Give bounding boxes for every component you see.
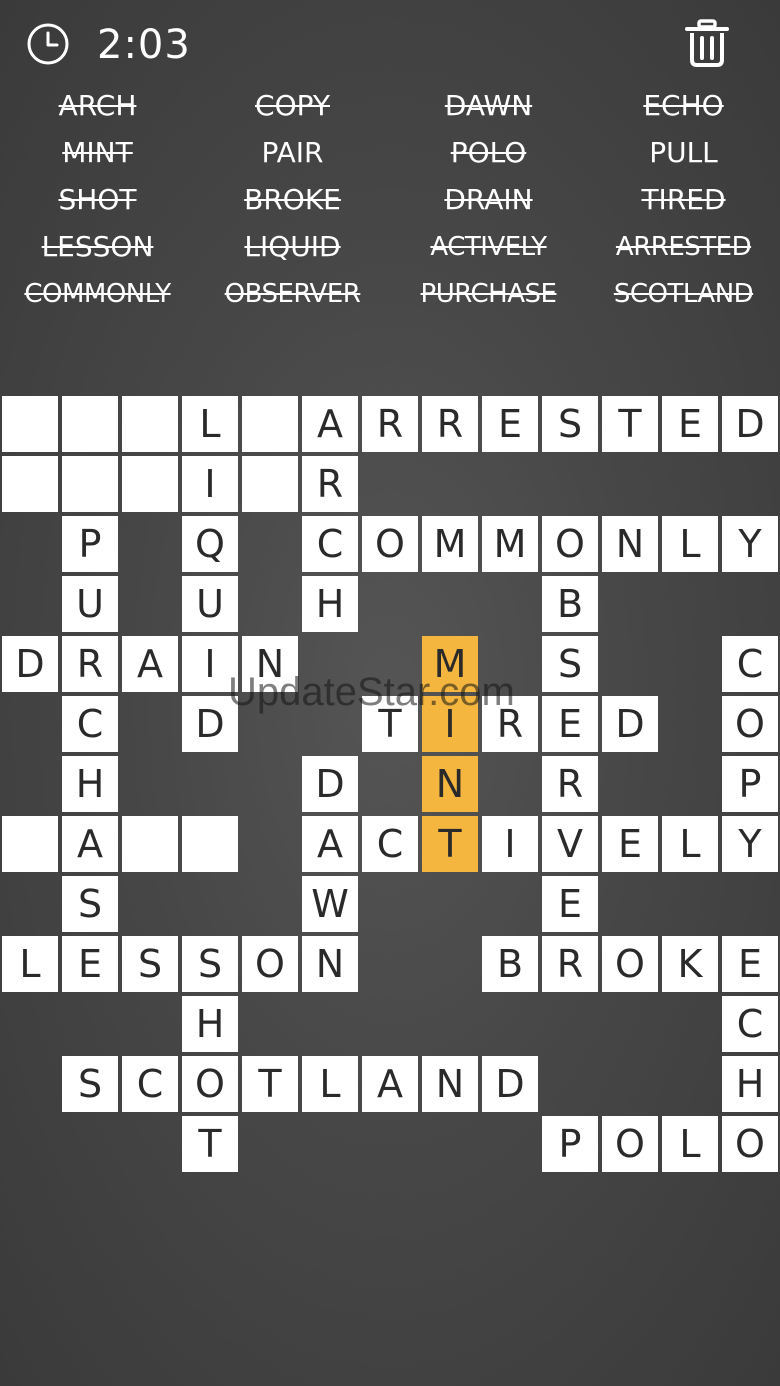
grid-cell[interactable]: E bbox=[722, 936, 778, 992]
grid-cell[interactable]: R bbox=[542, 936, 598, 992]
grid-cell[interactable]: C bbox=[362, 816, 418, 872]
grid-cell[interactable]: I bbox=[422, 696, 478, 752]
grid-cell[interactable]: C bbox=[722, 996, 778, 1052]
grid-cell[interactable]: N bbox=[302, 936, 358, 992]
grid-cell[interactable]: R bbox=[302, 456, 358, 512]
grid-cell[interactable]: S bbox=[542, 396, 598, 452]
grid-cell[interactable]: O bbox=[182, 1056, 238, 1112]
grid-cell[interactable]: E bbox=[602, 816, 658, 872]
grid-cell[interactable] bbox=[62, 396, 118, 452]
grid-cell[interactable]: B bbox=[542, 576, 598, 632]
grid-cell[interactable]: O bbox=[602, 936, 658, 992]
grid-cell[interactable] bbox=[122, 396, 178, 452]
grid-cell[interactable]: D bbox=[602, 696, 658, 752]
grid-cell[interactable]: T bbox=[602, 396, 658, 452]
grid-cell[interactable] bbox=[182, 816, 238, 872]
grid-cell[interactable]: L bbox=[662, 1116, 718, 1172]
grid-cell[interactable]: H bbox=[182, 996, 238, 1052]
grid-cell[interactable]: O bbox=[602, 1116, 658, 1172]
grid-cell[interactable]: P bbox=[62, 516, 118, 572]
grid-cell[interactable]: D bbox=[182, 696, 238, 752]
grid-cell[interactable]: E bbox=[662, 396, 718, 452]
grid-cell[interactable]: O bbox=[722, 696, 778, 752]
grid-cell[interactable]: M bbox=[482, 516, 538, 572]
grid-cell[interactable]: P bbox=[542, 1116, 598, 1172]
grid-cell[interactable]: C bbox=[722, 636, 778, 692]
grid-cell[interactable]: V bbox=[542, 816, 598, 872]
grid-cell[interactable]: A bbox=[62, 816, 118, 872]
grid-cell[interactable]: A bbox=[302, 816, 358, 872]
grid-cell[interactable] bbox=[2, 396, 58, 452]
grid-cell[interactable]: Y bbox=[722, 516, 778, 572]
grid-cell[interactable]: H bbox=[62, 756, 118, 812]
grid-cell[interactable]: R bbox=[482, 696, 538, 752]
grid-cell[interactable]: R bbox=[362, 396, 418, 452]
grid-cell[interactable]: N bbox=[602, 516, 658, 572]
grid-cell[interactable]: R bbox=[62, 636, 118, 692]
grid-cell[interactable]: P bbox=[722, 756, 778, 812]
grid-cell[interactable]: H bbox=[302, 576, 358, 632]
grid-cell[interactable]: E bbox=[542, 696, 598, 752]
grid-cell[interactable]: D bbox=[302, 756, 358, 812]
grid-cell[interactable]: U bbox=[182, 576, 238, 632]
grid-cell[interactable] bbox=[242, 456, 298, 512]
grid-cell[interactable]: Q bbox=[182, 516, 238, 572]
grid-cell[interactable]: N bbox=[422, 1056, 478, 1112]
grid-cell[interactable] bbox=[2, 816, 58, 872]
grid-cell[interactable]: K bbox=[662, 936, 718, 992]
grid-cell[interactable]: O bbox=[542, 516, 598, 572]
grid-cell[interactable]: I bbox=[182, 636, 238, 692]
grid-cell[interactable]: N bbox=[422, 756, 478, 812]
grid-cell[interactable]: E bbox=[62, 936, 118, 992]
grid-cell[interactable]: I bbox=[182, 456, 238, 512]
grid-cell[interactable]: T bbox=[362, 696, 418, 752]
grid-cell[interactable]: A bbox=[122, 636, 178, 692]
grid-cell[interactable]: D bbox=[2, 636, 58, 692]
grid-cell[interactable]: N bbox=[242, 636, 298, 692]
grid-cell[interactable]: M bbox=[422, 636, 478, 692]
grid-cell[interactable]: A bbox=[302, 396, 358, 452]
grid-cell[interactable]: L bbox=[662, 516, 718, 572]
grid-cell[interactable]: C bbox=[62, 696, 118, 752]
grid-cell[interactable]: Y bbox=[722, 816, 778, 872]
grid-cell[interactable]: S bbox=[122, 936, 178, 992]
grid-cell[interactable]: I bbox=[482, 816, 538, 872]
grid-cell[interactable] bbox=[62, 456, 118, 512]
grid-cell[interactable]: D bbox=[722, 396, 778, 452]
grid-cell[interactable]: M bbox=[422, 516, 478, 572]
grid-cell[interactable]: C bbox=[302, 516, 358, 572]
grid-cell[interactable]: A bbox=[362, 1056, 418, 1112]
grid-cell[interactable]: R bbox=[422, 396, 478, 452]
grid-cell[interactable]: L bbox=[2, 936, 58, 992]
grid-cell[interactable]: S bbox=[62, 1056, 118, 1112]
grid-cell[interactable] bbox=[2, 456, 58, 512]
grid-cell[interactable]: L bbox=[302, 1056, 358, 1112]
crossword-board: LARRESTEDIRPQCOMMONLYUUHBDRAINMSCCDTIRED… bbox=[0, 0, 780, 1386]
grid-cell[interactable]: T bbox=[422, 816, 478, 872]
grid-cell[interactable]: C bbox=[122, 1056, 178, 1112]
grid-cell[interactable]: T bbox=[182, 1116, 238, 1172]
grid-cell[interactable]: U bbox=[62, 576, 118, 632]
grid-cell[interactable]: R bbox=[542, 756, 598, 812]
grid-cell[interactable]: L bbox=[662, 816, 718, 872]
grid-cell[interactable] bbox=[122, 816, 178, 872]
grid-cell[interactable]: E bbox=[482, 396, 538, 452]
grid-cell[interactable]: S bbox=[542, 636, 598, 692]
grid-cell[interactable]: O bbox=[362, 516, 418, 572]
grid-cell[interactable] bbox=[242, 396, 298, 452]
grid-cell[interactable]: S bbox=[182, 936, 238, 992]
grid-cell[interactable] bbox=[122, 456, 178, 512]
grid-cell[interactable]: O bbox=[242, 936, 298, 992]
grid-cell[interactable]: L bbox=[182, 396, 238, 452]
grid-cell[interactable]: W bbox=[302, 876, 358, 932]
grid-cell[interactable]: E bbox=[542, 876, 598, 932]
grid-cell[interactable]: S bbox=[62, 876, 118, 932]
grid-cell[interactable]: O bbox=[722, 1116, 778, 1172]
grid-cell[interactable]: B bbox=[482, 936, 538, 992]
grid-cell[interactable]: H bbox=[722, 1056, 778, 1112]
grid-cell[interactable]: T bbox=[242, 1056, 298, 1112]
grid-cell[interactable]: D bbox=[482, 1056, 538, 1112]
